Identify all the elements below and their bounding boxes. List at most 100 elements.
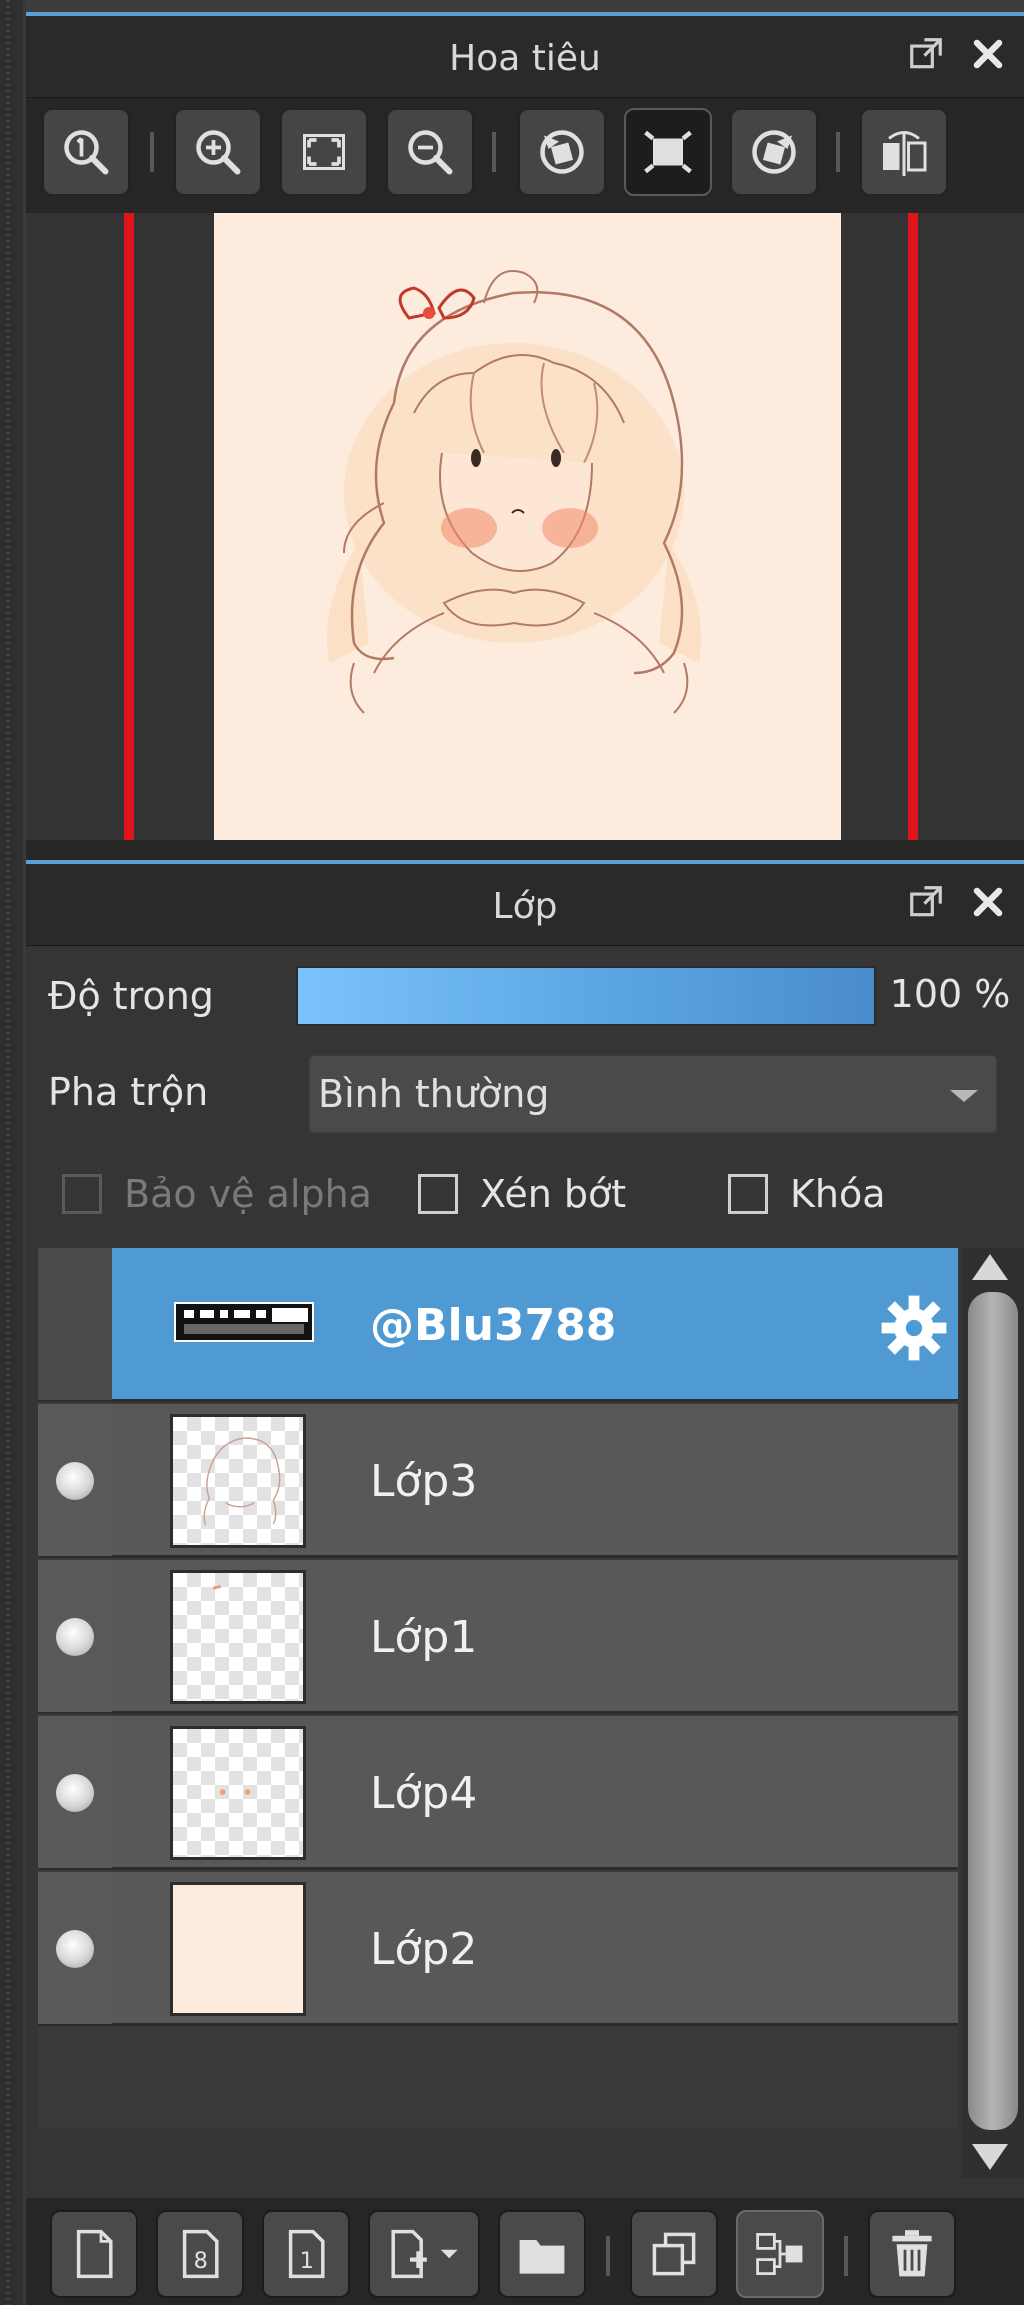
scroll-down-icon[interactable] [972,2144,1008,2170]
eye-dot-icon [56,1930,94,1968]
fit-screen-icon [303,134,345,170]
layer-name: Lớp3 [370,1456,478,1507]
blend-mode-dropdown[interactable]: Bình thường [308,1054,998,1134]
rotate-right-button[interactable] [730,108,818,196]
zoom-reset-button[interactable] [42,108,130,196]
new-layer-button[interactable] [50,2210,138,2298]
delete-layer-button[interactable] [868,2210,956,2298]
visibility-toggle[interactable] [38,1872,112,2024]
new-layer-icon [76,2229,113,2279]
layer-row-blu3788[interactable]: @Blu3788 [38,1248,958,1402]
merge-layer-button[interactable] [736,2210,824,2298]
popout-icon[interactable] [904,32,948,76]
delete-layer-icon [892,2230,932,2277]
checkbox-box [728,1174,768,1214]
close-icon[interactable] [966,880,1010,924]
fit-window-icon [644,130,692,174]
svg-text:1: 1 [300,2248,314,2274]
fit-window-button[interactable] [624,108,712,196]
zoom-reset-icon [64,130,109,175]
clipping-label: Xén bớt [480,1172,627,1216]
checkbox-box [62,1174,102,1214]
zoom-out-icon [408,130,453,175]
duplicate-layer-icon [652,2232,696,2276]
left-panel-edge [0,0,26,2305]
layer-name: Lớp1 [370,1612,478,1663]
close-icon[interactable] [966,32,1010,76]
clipping-checkbox[interactable]: Xén bớt [418,1172,626,1216]
svg-text:8: 8 [194,2248,208,2274]
layer-name: @Blu3788 [370,1300,617,1351]
navigator-header[interactable]: Hoa tiêu [26,16,1024,98]
blend-mode-value: Bình thường [318,1072,550,1116]
visibility-toggle[interactable] [38,1404,112,1556]
navigator-bottom-edge [26,840,1024,860]
navigator-viewport[interactable] [26,213,1024,840]
scroll-up-icon[interactable] [972,1254,1008,1280]
new-folder-button[interactable] [498,2210,586,2298]
character-sketch-image [327,270,701,714]
toolbar-separator [844,2236,848,2276]
canvas-preview[interactable] [214,213,841,840]
layer-toolbar: 8 1 [26,2198,1024,2305]
visibility-toggle[interactable] [38,1560,112,1712]
gear-icon[interactable] [878,1292,950,1364]
flip-horizontal-icon [883,131,927,176]
zoom-in-button[interactable] [174,108,262,196]
visibility-toggle[interactable] [38,1248,112,1400]
duplicate-layer-button[interactable] [630,2210,718,2298]
popout-icon[interactable] [904,880,948,924]
protect-alpha-label: Bảo vệ alpha [124,1172,372,1216]
new-folder-icon [519,2240,565,2274]
view-frame-left [124,213,134,840]
new-1bit-layer-button[interactable]: 1 [262,2210,350,2298]
flip-horizontal-button[interactable] [860,108,948,196]
layer-row-lop4[interactable]: Lớp4 [38,1716,958,1870]
toolbar-separator [492,132,496,172]
layer-name: Lớp2 [370,1924,478,1975]
layer-thumbnail [170,1882,306,2016]
toolbar-separator [606,2236,610,2276]
eye-dot-icon [56,1774,94,1812]
eye-dot-icon [56,1462,94,1500]
blend-mode-label: Pha trộn [48,1070,209,1114]
navigator-toolbar [26,98,1024,213]
lock-checkbox[interactable]: Khóa [728,1172,886,1216]
toolbar-separator [150,132,154,172]
view-frame-right [908,213,918,840]
layer-row-lop2[interactable]: Lớp2 [38,1872,958,2026]
layer-scrollbar[interactable] [962,1248,1024,2178]
toolbar-separator [836,132,840,172]
checkbox-box [418,1174,458,1214]
layer-row-lop1[interactable]: Lớp1 [38,1560,958,1714]
layer-header[interactable]: Lớp [26,864,1024,946]
zoom-out-button[interactable] [386,108,474,196]
visibility-toggle[interactable] [38,1716,112,1868]
opacity-slider[interactable] [296,966,876,1026]
layer-list: @Blu3788 Lớp3 Lớp1 Lớp4 Lớp2 [38,1248,958,2128]
layer-thumbnail [170,1726,306,1860]
new-8bit-layer-icon: 8 [182,2229,219,2279]
new-1bit-layer-icon: 1 [288,2229,325,2279]
scroll-thumb[interactable] [968,1292,1018,2130]
navigator-title: Hoa tiêu [449,38,601,79]
new-8bit-layer-button[interactable]: 8 [156,2210,244,2298]
splitter-handle[interactable] [6,0,10,2305]
opacity-label: Độ trong [48,974,214,1018]
layer-row-lop3[interactable]: Lớp3 [38,1404,958,1558]
layer-thumbnail [174,1302,314,1342]
rotate-right-icon [752,130,796,174]
layer-name: Lớp4 [370,1768,478,1819]
layer-thumbnail [170,1570,306,1704]
layer-thumbnail [170,1414,306,1548]
navigator-panel: Hoa tiêu [26,0,1024,860]
chevron-down-icon [950,1090,978,1102]
rotate-left-icon [540,130,584,174]
fit-screen-button[interactable] [280,108,368,196]
protect-alpha-checkbox[interactable]: Bảo vệ alpha [62,1172,372,1216]
layer-panel: Lớp Độ trong 100 % Pha trộn Bình thường … [26,860,1024,2305]
layer-title: Lớp [492,886,558,927]
lock-label: Khóa [790,1172,886,1216]
add-layer-menu-button[interactable] [368,2210,480,2298]
rotate-left-button[interactable] [518,108,606,196]
